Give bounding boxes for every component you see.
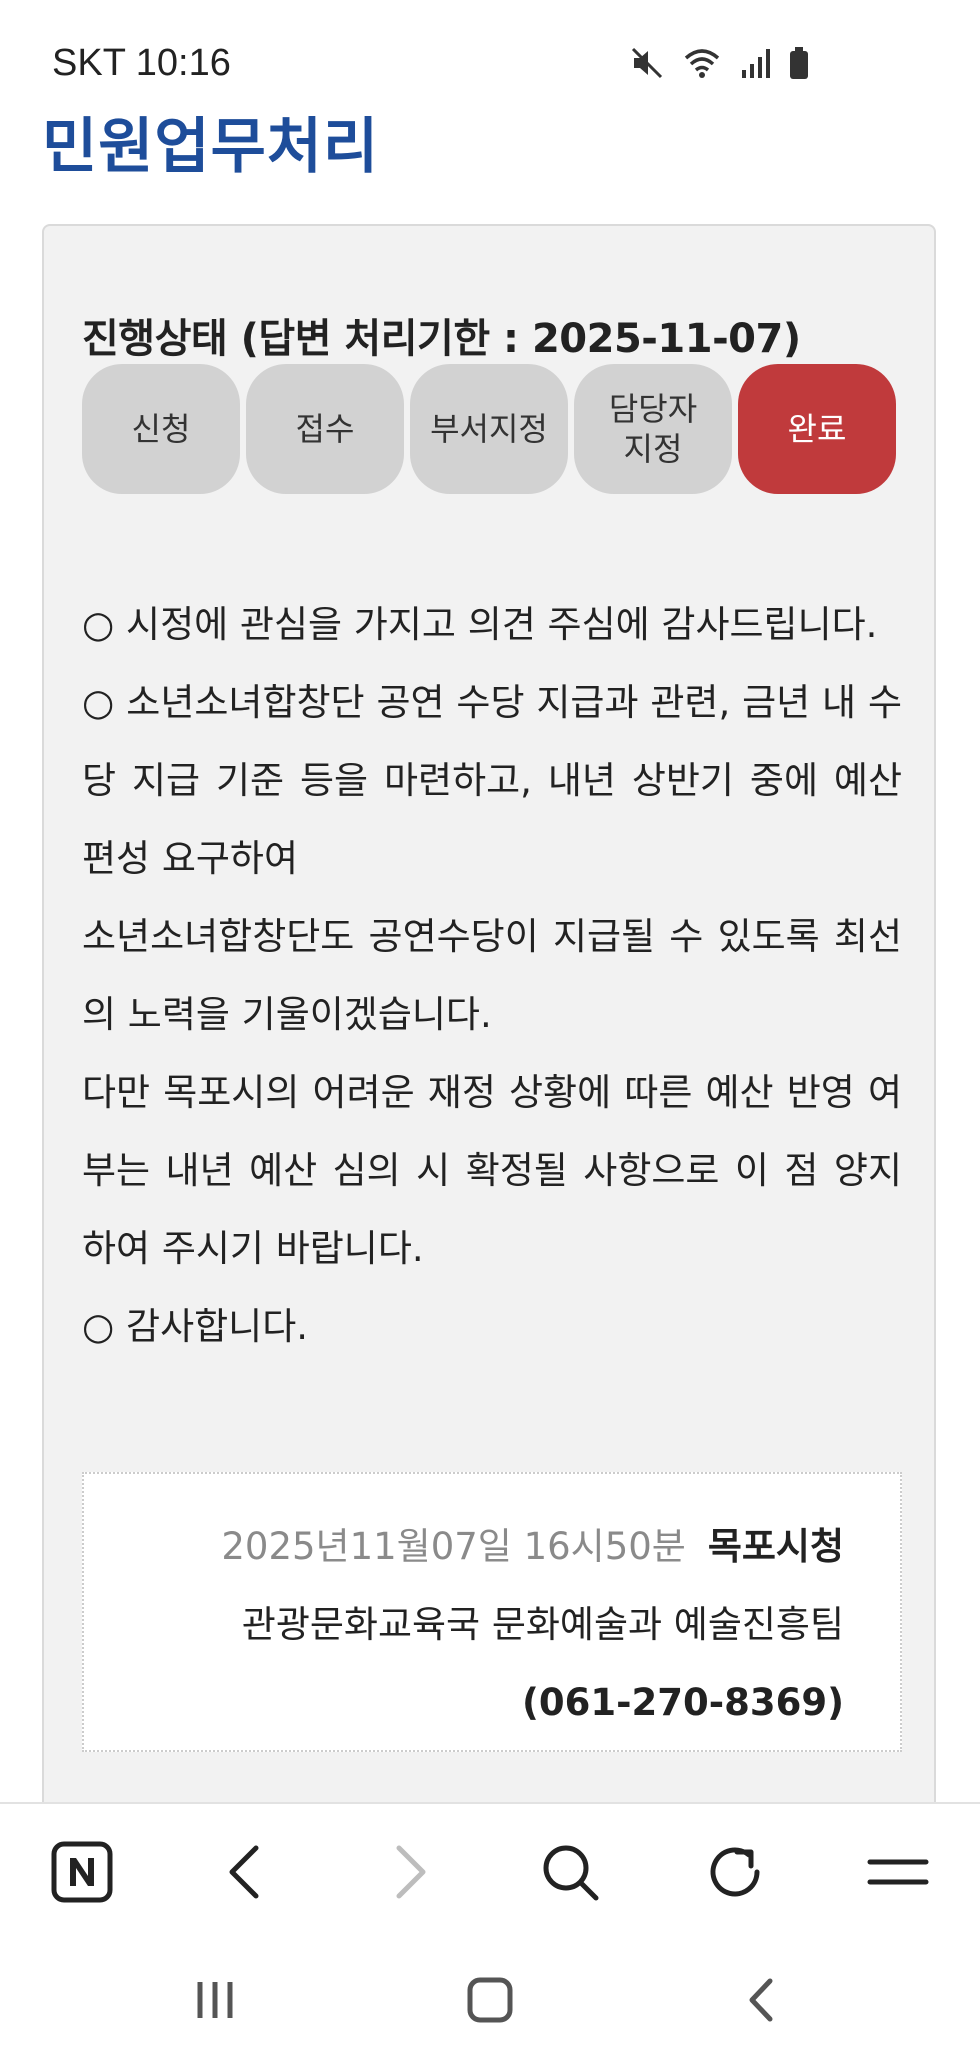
progress-title: 진행상태 (답변 처리기한 : 2025-11-07) — [82, 316, 801, 362]
progress-steps: 신청 접수 부서지정 담당자 지정 완료 — [82, 364, 896, 494]
status-icons — [630, 46, 810, 80]
signal-icon — [740, 46, 770, 80]
answer-paragraph: ○ 시정에 관심을 가지고 의견 주심에 감사드립니다. — [82, 603, 878, 646]
search-icon[interactable] — [530, 1832, 610, 1912]
page-title: 민원업무처리 — [42, 112, 380, 182]
step-staff-assign: 담당자 지정 — [574, 364, 732, 494]
answer-paragraph: ○ 소년소녀합창단 공연 수당 지급과 관련, 금년 내 수당 지급 기준 등을… — [82, 681, 902, 880]
answer-department: 관광문화교육국 문화예술과 예술진흥팀 — [241, 1603, 844, 1646]
system-back-icon[interactable] — [722, 1970, 802, 2030]
wifi-icon — [682, 46, 722, 80]
step-apply: 신청 — [82, 364, 240, 494]
recent-apps-icon[interactable] — [175, 1970, 255, 2030]
home-icon[interactable] — [450, 1970, 530, 2030]
system-nav-bar — [0, 1940, 980, 2069]
naver-home-icon[interactable] — [42, 1832, 122, 1912]
refresh-icon[interactable] — [695, 1832, 775, 1912]
battery-icon — [788, 46, 810, 80]
step-dept-assign: 부서지정 — [410, 364, 568, 494]
complaint-card: 진행상태 (답변 처리기한 : 2025-11-07) 신청 접수 부서지정 담… — [42, 224, 936, 1824]
answer-datetime: 2025년11월07일 16시50분 — [221, 1525, 686, 1568]
mute-icon — [630, 46, 664, 80]
answer-paragraph: 다만 목포시의 어려운 재정 상황에 따른 예산 반영 여부는 내년 예산 심의… — [82, 1071, 902, 1270]
answer-organization: 목포시청 — [707, 1525, 844, 1568]
answer-paragraph: 소년소녀합창단도 공연수당이 지급될 수 있도록 최선의 노력을 기울이겠습니다… — [82, 915, 902, 1036]
answer-paragraph: ○ 감사합니다. — [82, 1305, 309, 1348]
back-icon[interactable] — [205, 1832, 285, 1912]
menu-icon[interactable] — [858, 1832, 938, 1912]
answer-text: ○ 시정에 관심을 가지고 의견 주심에 감사드립니다. ○ 소년소녀합창단 공… — [82, 586, 902, 1366]
answer-signature: 2025년11월07일 16시50분 목포시청 관광문화교육국 문화예술과 예술진… — [82, 1472, 902, 1752]
forward-icon[interactable] — [370, 1832, 450, 1912]
step-complete: 완료 — [738, 364, 896, 494]
browser-toolbar — [0, 1802, 980, 1934]
status-carrier-time: SKT 10:16 — [52, 42, 231, 84]
answer-phone[interactable]: (061-270-8369) — [522, 1681, 844, 1724]
step-receipt: 접수 — [246, 364, 404, 494]
